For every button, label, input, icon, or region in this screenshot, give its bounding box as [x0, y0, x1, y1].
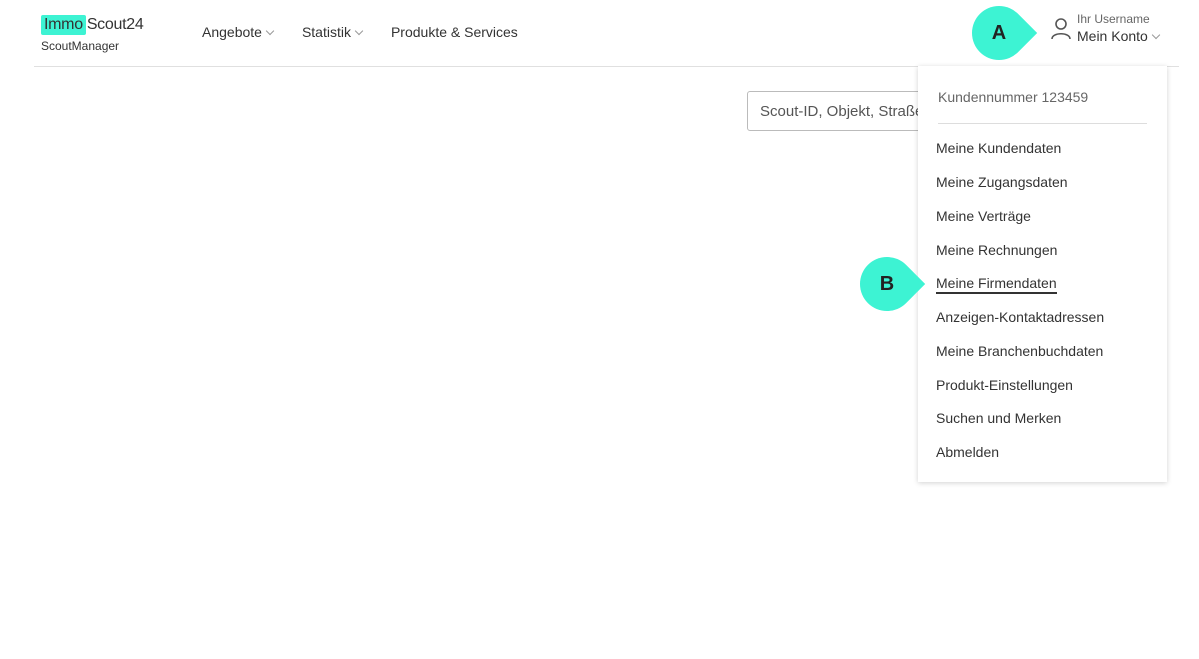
menu-item-zugangsdaten[interactable]: Meine Zugangsdaten [936, 174, 1068, 190]
nav-item-produkte-services[interactable]: Produkte & Services [391, 24, 518, 40]
nav-item-angebote[interactable]: Angebote [202, 24, 275, 40]
callout-marker-b: B [848, 245, 926, 323]
customer-number: Kundennummer 123459 [938, 89, 1089, 105]
nav-label: Produkte & Services [390, 24, 518, 40]
menu-item-kundendaten[interactable]: Meine Kundendaten [936, 140, 1061, 156]
account-menu-toggle[interactable]: Ihr Username Mein Konto [1049, 12, 1161, 44]
logo-scout: Scout24 [86, 16, 144, 33]
logo-wordmark: Immo Scout24 [41, 14, 144, 36]
account-label: Mein Konto [1077, 28, 1161, 44]
menu-item-produkt-einstellungen[interactable]: Produkt-Einstellungen [936, 377, 1073, 393]
logo-subtitle: ScoutManager [41, 39, 120, 53]
main-nav: Angebote Statistik Produkte & Services [202, 24, 547, 40]
menu-item-branchenbuchdaten[interactable]: Meine Branchenbuchdaten [936, 343, 1103, 359]
menu-item-abmelden[interactable]: Abmelden [936, 444, 999, 460]
logo-immo: Immo [41, 15, 86, 35]
nav-label: Statistik [301, 24, 351, 40]
divider [938, 123, 1147, 124]
account-dropdown: Kundennummer 123459 Meine Kundendaten Me… [918, 66, 1167, 482]
user-icon [1051, 18, 1071, 40]
chevron-down-icon [1151, 30, 1161, 39]
chevron-down-icon [354, 26, 364, 35]
search-input[interactable] [747, 91, 947, 131]
nav-item-statistik[interactable]: Statistik [301, 24, 364, 40]
account-label-text: Mein Konto [1077, 28, 1148, 44]
callout-marker-label: B [879, 272, 895, 295]
menu-item-firmendaten[interactable]: Meine Firmendaten [936, 275, 1057, 294]
account-text: Ihr Username Mein Konto [1077, 12, 1161, 44]
menu-item-rechnungen[interactable]: Meine Rechnungen [936, 242, 1057, 258]
immoscout24-logo[interactable]: Immo Scout24 ScoutManager [41, 14, 144, 53]
chevron-down-icon [265, 26, 275, 35]
menu-item-vertraege[interactable]: Meine Verträge [936, 208, 1031, 224]
callout-marker-label: A [991, 21, 1007, 44]
menu-item-suchen-merken[interactable]: Suchen und Merken [936, 410, 1061, 426]
nav-label: Angebote [202, 24, 262, 40]
menu-item-kontaktadressen[interactable]: Anzeigen-Kontaktadressen [936, 309, 1104, 325]
account-username: Ihr Username [1077, 12, 1150, 26]
